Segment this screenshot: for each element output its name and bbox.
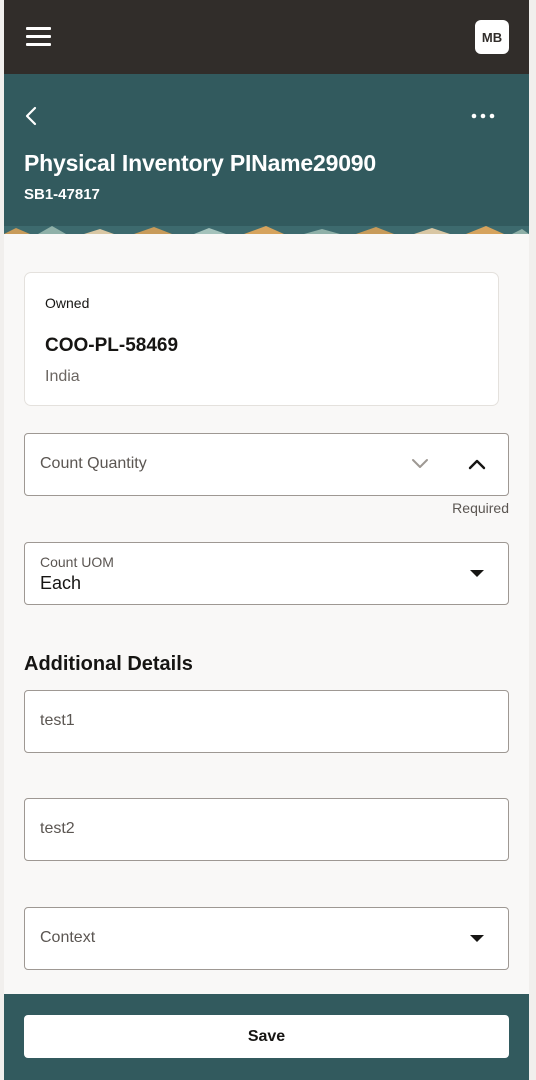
save-button[interactable]: Save: [24, 1015, 509, 1058]
inventory-card: Owned COO-PL-58469 India: [24, 272, 499, 406]
caret-down-icon[interactable]: [470, 570, 484, 577]
context-select[interactable]: Context: [24, 907, 509, 970]
item-country: India: [45, 368, 80, 385]
more-horizontal-icon: [471, 113, 495, 119]
app-frame: MB Physical Inventory PIName29090 SB1-47…: [4, 0, 529, 1080]
item-code: COO-PL-58469: [45, 335, 179, 356]
count-uom-label: Count UOM: [40, 554, 114, 570]
hamburger-menu-icon[interactable]: [26, 27, 52, 47]
page-title: Physical Inventory PIName29090: [24, 150, 376, 176]
header-pattern: [4, 226, 529, 234]
test1-input[interactable]: test1: [24, 690, 509, 753]
count-uom-value: Each: [40, 573, 82, 593]
avatar[interactable]: MB: [475, 20, 509, 54]
top-bar: MB: [4, 0, 529, 74]
count-quantity-placeholder: Count Quantity: [40, 455, 147, 472]
more-button[interactable]: [470, 106, 496, 126]
test2-input[interactable]: test2: [24, 798, 509, 861]
required-helper: Required: [452, 500, 509, 516]
chevron-up-icon[interactable]: [467, 456, 487, 472]
test2-placeholder: test2: [40, 820, 75, 837]
ownership-status: Owned: [45, 295, 90, 311]
section-title-additional-details: Additional Details: [24, 653, 193, 675]
back-button[interactable]: [20, 102, 44, 130]
count-uom-select[interactable]: Count UOM Each: [24, 542, 509, 605]
count-quantity-field[interactable]: Count Quantity: [24, 433, 509, 496]
footer-bar: Save: [4, 994, 529, 1080]
context-placeholder: Context: [40, 929, 96, 946]
test1-placeholder: test1: [40, 712, 75, 729]
page-header: Physical Inventory PIName29090 SB1-47817: [4, 74, 529, 234]
caret-down-icon[interactable]: [470, 935, 484, 942]
chevron-left-icon: [25, 106, 37, 126]
page-subtitle: SB1-47817: [24, 186, 100, 203]
chevron-down-icon[interactable]: [410, 456, 430, 472]
